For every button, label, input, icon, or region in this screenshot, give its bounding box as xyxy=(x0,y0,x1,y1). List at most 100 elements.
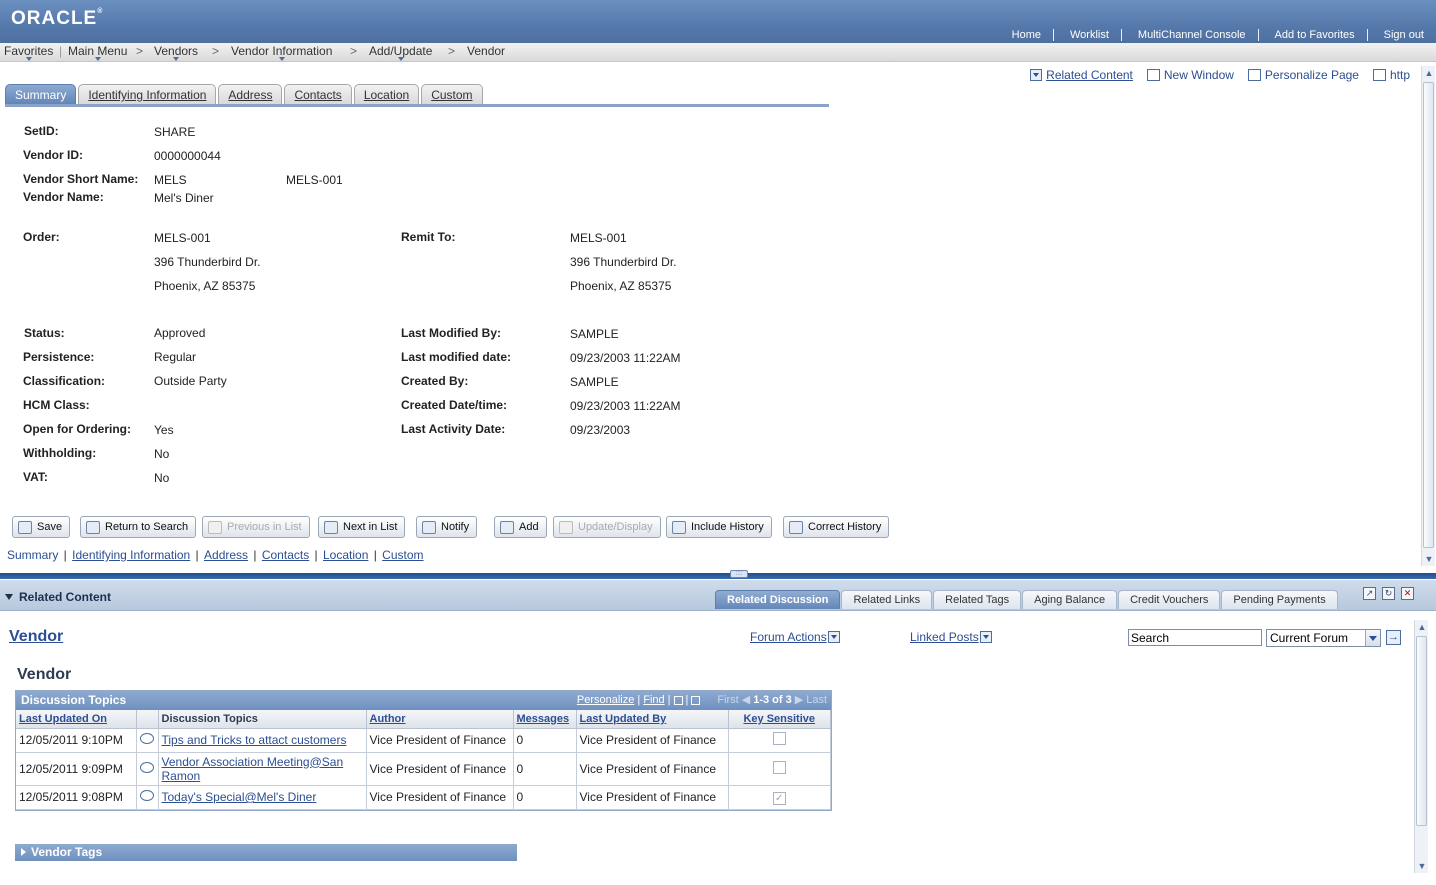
key-sensitive-checkbox[interactable]: ✓ xyxy=(728,785,831,810)
tab-related-tags[interactable]: Related Tags xyxy=(933,590,1022,609)
scroll-thumb[interactable] xyxy=(1423,82,1434,548)
notify-button[interactable]: Notify xyxy=(416,516,478,538)
grid-find-link[interactable]: Find xyxy=(643,691,664,710)
vendor-link[interactable]: Vendor xyxy=(9,628,63,646)
collapse-icon xyxy=(5,594,13,600)
next-in-list-button[interactable]: Next in List xyxy=(318,516,406,538)
scroll-up-icon[interactable]: ▲ xyxy=(1422,66,1436,80)
expand-icon[interactable]: ↗ xyxy=(1363,587,1376,600)
tab-location[interactable]: Location xyxy=(353,84,420,104)
splitter-grip-icon[interactable]: :::: xyxy=(730,570,748,578)
row-author: Vice President of Finance xyxy=(366,728,514,753)
bottom-link-address[interactable]: Address xyxy=(204,548,248,562)
vendor-tags-section[interactable]: Vendor Tags xyxy=(15,844,517,861)
row-author: Vice President of Finance xyxy=(366,752,514,786)
page-actions: Related Content New Window Personalize P… xyxy=(1030,68,1410,82)
return-to-search-button[interactable]: Return to Search xyxy=(80,516,197,538)
topic-link[interactable]: Vendor Association Meeting@San Ramon xyxy=(158,752,367,786)
nav-vendor-information[interactable]: Vendor Information xyxy=(231,44,332,61)
tab-aging-balance[interactable]: Aging Balance xyxy=(1022,590,1118,609)
forum-search-input[interactable] xyxy=(1128,629,1262,646)
forum-actions-menu[interactable]: Forum Actions xyxy=(750,630,840,644)
tab-custom[interactable]: Custom xyxy=(421,84,483,104)
topic-link[interactable]: Today's Special@Mel's Diner xyxy=(158,785,367,810)
col-last-updated-by[interactable]: Last Updated By xyxy=(576,710,729,729)
personalize-page-action[interactable]: Personalize Page xyxy=(1247,68,1359,82)
tab-related-links[interactable]: Related Links xyxy=(841,590,933,609)
tab-credit-vouchers[interactable]: Credit Vouchers xyxy=(1118,590,1221,609)
col-last-updated-on[interactable]: Last Updated On xyxy=(16,710,137,729)
tab-address[interactable]: Address xyxy=(218,84,283,104)
topic-link[interactable]: Tips and Tricks to attact customers xyxy=(158,728,367,753)
pane-splitter[interactable] xyxy=(0,573,1436,579)
worklist-link[interactable]: Worklist xyxy=(1054,29,1122,41)
bottom-link-identifying-information[interactable]: Identifying Information xyxy=(72,548,190,562)
sign-out-link[interactable]: Sign out xyxy=(1368,29,1436,41)
http-action[interactable]: http xyxy=(1372,68,1410,82)
nav-vendors[interactable]: Vendors xyxy=(154,44,198,61)
discussion-bubble-icon[interactable] xyxy=(136,785,159,810)
created-by-label: Created By: xyxy=(401,374,469,388)
col-messages[interactable]: Messages xyxy=(513,710,577,729)
grid-first-link[interactable]: First xyxy=(717,691,738,710)
scroll-down-icon[interactable]: ▼ xyxy=(1422,552,1436,566)
bottom-link-summary[interactable]: Summary xyxy=(7,548,58,562)
nav-favorites[interactable]: Favorites xyxy=(4,44,53,61)
key-sensitive-checkbox[interactable] xyxy=(728,728,831,753)
persistence-label: Persistence: xyxy=(23,350,95,364)
include-history-button[interactable]: Include History xyxy=(666,516,772,538)
update-display-button[interactable]: Update/Display xyxy=(553,516,661,538)
discussion-bubble-icon[interactable] xyxy=(136,752,159,786)
correct-history-button[interactable]: Correct History xyxy=(783,516,890,538)
classification-value: Outside Party xyxy=(154,374,227,388)
col-author[interactable]: Author xyxy=(366,710,514,729)
related-content-title[interactable]: Related Content xyxy=(5,590,111,604)
related-content-action[interactable]: Related Content xyxy=(1030,68,1133,82)
view-all-icon[interactable] xyxy=(673,696,683,705)
new-window-action[interactable]: New Window xyxy=(1146,68,1234,82)
col-key-sensitive[interactable]: Key Sensitive xyxy=(728,710,831,729)
nav-vendor: Vendor xyxy=(467,44,506,58)
close-icon[interactable]: ✕ xyxy=(1401,587,1414,600)
grid-last-link[interactable]: Last xyxy=(806,691,827,710)
nav-main-menu[interactable]: Main Menu xyxy=(68,44,127,61)
prev-arrow-icon[interactable]: ◀ xyxy=(742,691,750,710)
search-go-button[interactable]: → xyxy=(1386,630,1401,645)
multichannel-console-link[interactable]: MultiChannel Console xyxy=(1122,29,1259,41)
discussion-bubble-icon[interactable] xyxy=(136,728,159,753)
nav-add-update[interactable]: Add/Update xyxy=(369,44,432,61)
row-updated-by: Vice President of Finance xyxy=(576,752,729,786)
upper-scrollbar[interactable]: ▲ ▼ xyxy=(1421,66,1435,566)
scroll-up-icon[interactable]: ▲ xyxy=(1415,620,1429,634)
bottom-link-contacts[interactable]: Contacts xyxy=(262,548,309,562)
scroll-down-icon[interactable]: ▼ xyxy=(1415,859,1429,873)
oracle-logo: ORACLE® xyxy=(11,8,104,29)
tab-summary[interactable]: Summary xyxy=(5,84,77,104)
previous-icon xyxy=(208,520,222,534)
lower-scrollbar[interactable]: ▲ ▼ xyxy=(1414,620,1428,873)
bottom-link-location[interactable]: Location xyxy=(323,548,368,562)
refresh-icon[interactable]: ↻ xyxy=(1382,587,1395,600)
tab-contacts[interactable]: Contacts xyxy=(284,84,352,104)
tab-related-discussion[interactable]: Related Discussion xyxy=(715,590,841,609)
table-header-row: Last Updated On Discussion Topics Author… xyxy=(16,710,831,729)
tab-identifying-information[interactable]: Identifying Information xyxy=(78,84,217,104)
add-button[interactable]: Add xyxy=(494,516,547,538)
bottom-link-custom[interactable]: Custom xyxy=(382,548,423,562)
hcm-class-label: HCM Class: xyxy=(23,398,90,412)
key-sensitive-checkbox[interactable] xyxy=(728,752,831,786)
home-link[interactable]: Home xyxy=(996,29,1054,41)
tab-pending-payments[interactable]: Pending Payments xyxy=(1221,590,1338,609)
download-icon[interactable] xyxy=(691,696,701,705)
open-ordering-label: Open for Ordering: xyxy=(23,422,131,436)
add-icon xyxy=(500,520,514,534)
previous-in-list-button[interactable]: Previous in List xyxy=(202,516,310,538)
next-arrow-icon[interactable]: ▶ xyxy=(795,691,803,710)
linked-posts-menu[interactable]: Linked Posts xyxy=(910,630,992,644)
related-content-header: Related Content Related Discussion Relat… xyxy=(0,580,1436,611)
add-to-favorites-link[interactable]: Add to Favorites xyxy=(1259,29,1368,41)
forum-scope-select[interactable]: Current Forum xyxy=(1266,629,1381,647)
grid-personalize-link[interactable]: Personalize xyxy=(577,691,634,710)
scroll-thumb[interactable] xyxy=(1416,636,1427,826)
save-button[interactable]: Save xyxy=(12,516,71,538)
